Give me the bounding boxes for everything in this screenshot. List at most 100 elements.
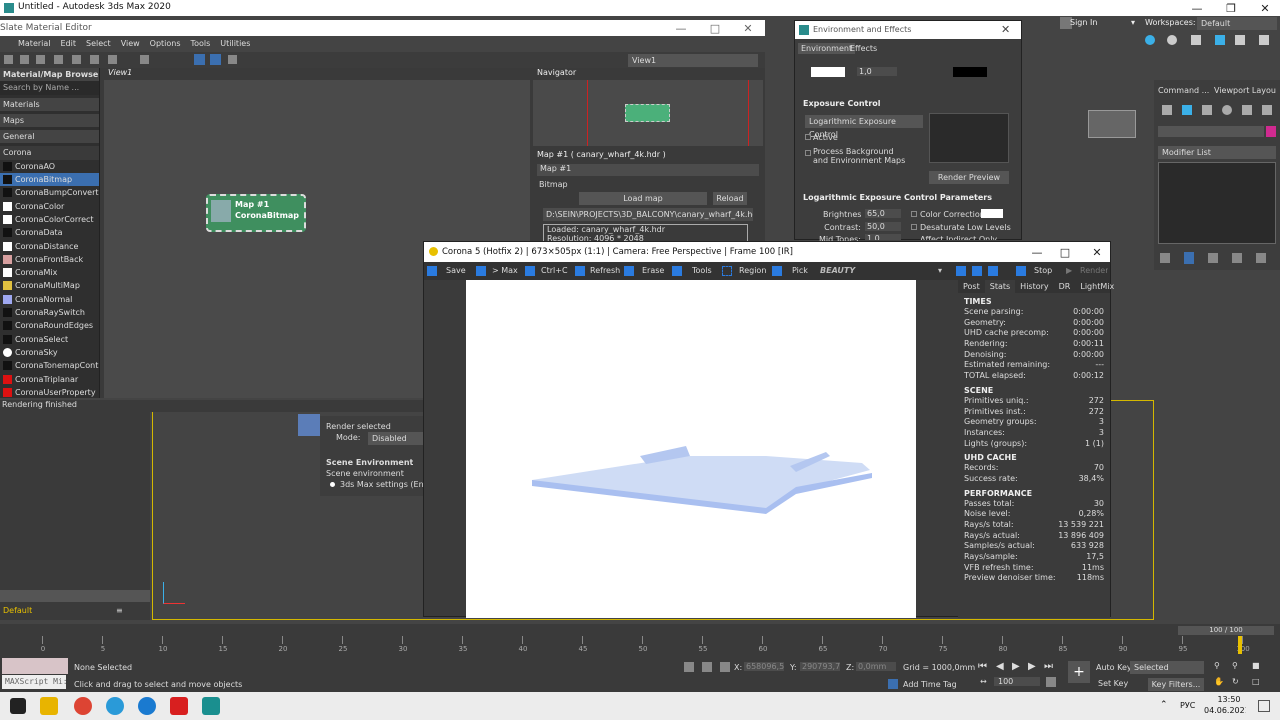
telegram-icon[interactable]: [106, 697, 124, 715]
minimize-icon[interactable]: —: [664, 20, 698, 36]
menu-edit[interactable]: Edit: [61, 39, 77, 52]
goto-end-icon[interactable]: ⏭: [1044, 661, 1053, 672]
3dsmax-icon[interactable]: [202, 697, 220, 715]
correction-swatch[interactable]: [981, 209, 1003, 218]
stop-button[interactable]: Stop: [1034, 266, 1052, 275]
move-icon[interactable]: [72, 55, 81, 64]
path-field[interactable]: D:\SEIN\PROJECTS\3D_BALCONY\canary_wharf…: [543, 208, 753, 221]
goto-start-icon[interactable]: ⏮: [978, 661, 987, 672]
motion-icon[interactable]: [1222, 105, 1232, 115]
log-params-title[interactable]: Logarithmic Exposure Control Parameters: [803, 193, 992, 202]
zoom-fit-icon[interactable]: [988, 266, 998, 276]
pin-icon[interactable]: [1160, 253, 1170, 263]
tab-effects[interactable]: Effects: [847, 43, 880, 54]
menu-select[interactable]: Select: [86, 39, 111, 52]
copy-button[interactable]: Ctrl+C: [541, 266, 568, 275]
navigator-view[interactable]: [533, 80, 763, 146]
edge-icon[interactable]: [138, 697, 156, 715]
teapot-icon[interactable]: [1215, 35, 1225, 45]
load-map-button[interactable]: Load map: [579, 192, 707, 205]
auto-key-button[interactable]: Auto Key: [1096, 663, 1132, 672]
show-result-icon[interactable]: [1184, 252, 1194, 264]
refresh-icon[interactable]: [575, 266, 585, 276]
menu-tools[interactable]: Tools: [191, 39, 211, 52]
render-button[interactable]: Render: [1080, 266, 1108, 275]
modify-icon[interactable]: [1182, 105, 1192, 115]
level-field[interactable]: 1,0: [857, 67, 897, 76]
play-icon[interactable]: ▶: [1012, 661, 1020, 672]
tab-dr[interactable]: DR: [1054, 280, 1076, 293]
checkbox-icon[interactable]: [805, 150, 811, 156]
to-max-icon[interactable]: [476, 266, 486, 276]
close-icon[interactable]: ✕: [1080, 244, 1114, 260]
material-node[interactable]: Map #1 CoronaBitmap: [206, 194, 306, 232]
browser-item[interactable]: CoronaColorCorrect: [0, 213, 99, 226]
browser-item[interactable]: CoronaRoundEdges: [0, 319, 99, 332]
save-button[interactable]: Save: [446, 266, 466, 275]
time-marker[interactable]: [1238, 636, 1242, 654]
key-mode-icon[interactable]: ↔: [980, 677, 987, 686]
maximize-icon[interactable]: □: [1048, 244, 1082, 260]
pick-button[interactable]: Pick: [792, 266, 808, 275]
close-icon[interactable]: ✕: [731, 20, 765, 36]
sun-icon[interactable]: [1167, 35, 1177, 45]
menu-view[interactable]: View: [121, 39, 140, 52]
explorer-icon[interactable]: [40, 697, 58, 715]
restore-icon[interactable]: □: [698, 20, 732, 36]
tab-post[interactable]: Post: [958, 280, 985, 293]
sign-in-button[interactable]: Sign In: [1070, 18, 1097, 27]
refresh-button[interactable]: Refresh: [590, 266, 620, 275]
delete-icon[interactable]: [54, 55, 63, 64]
object-name-field[interactable]: [1158, 126, 1264, 137]
close-icon[interactable]: ✕: [1248, 0, 1280, 16]
save-icon[interactable]: [427, 266, 437, 276]
midtones-field[interactable]: 1,0: [865, 234, 901, 240]
viewcube[interactable]: [1088, 110, 1136, 138]
checkbox-icon[interactable]: [805, 134, 811, 140]
erase-icon[interactable]: [624, 266, 634, 276]
group-general[interactable]: General: [0, 130, 99, 144]
group-materials[interactable]: Materials: [0, 97, 99, 111]
z-field[interactable]: 0,0mm: [856, 662, 896, 671]
chrome-icon[interactable]: [74, 697, 92, 715]
checkbox-icon[interactable]: [911, 224, 917, 230]
put-icon[interactable]: [20, 55, 29, 64]
browser-item[interactable]: CoronaTriplanar: [0, 373, 99, 386]
selection-set-select[interactable]: Selected: [1130, 661, 1204, 674]
tab-lightmix[interactable]: LightMix: [1075, 280, 1119, 293]
erase-button[interactable]: Erase: [642, 266, 664, 275]
contrast-field[interactable]: 50,0: [865, 222, 901, 231]
maximize-viewport-icon[interactable]: □: [1252, 677, 1260, 686]
zoom-out-icon[interactable]: [972, 266, 982, 276]
utilities-icon[interactable]: [1262, 105, 1272, 115]
tab-stats[interactable]: Stats: [984, 280, 1016, 293]
exposure-select[interactable]: Logarithmic Exposure Control: [805, 115, 923, 139]
browser-item[interactable]: CoronaData: [0, 226, 99, 239]
isolate-icon[interactable]: [684, 662, 694, 672]
map-name-field[interactable]: Map #1: [537, 164, 759, 176]
tools-icon[interactable]: [672, 266, 682, 276]
absolute-icon[interactable]: [720, 662, 730, 672]
maxscript-input[interactable]: MAXScript Mi:: [2, 675, 66, 689]
pan-icon[interactable]: ✋: [1214, 677, 1224, 686]
configure-icon[interactable]: [1256, 253, 1266, 263]
minimize-icon[interactable]: —: [1180, 0, 1214, 16]
tools-button[interactable]: Tools: [692, 266, 712, 275]
tint-swatch[interactable]: [811, 67, 845, 77]
current-frame-field[interactable]: 100: [994, 677, 1040, 686]
layers-icon[interactable]: ≡: [116, 606, 126, 616]
browser-item[interactable]: CoronaDistance: [0, 240, 99, 253]
create-icon[interactable]: [1162, 105, 1172, 115]
timeline-ruler[interactable]: 0 5 10 15 20 25 30 35 40 45 50 55 60 65 70 75 80 85 90 95 10…: [0, 636, 1280, 656]
radio-icon[interactable]: [330, 482, 335, 487]
browser-item[interactable]: CoronaBumpConverter: [0, 186, 99, 199]
layout-all-icon[interactable]: [194, 54, 205, 65]
pick-icon[interactable]: [772, 266, 782, 276]
chevron-down-icon[interactable]: ▾: [938, 266, 942, 275]
menu-material[interactable]: Material: [18, 39, 51, 52]
layout-children-icon[interactable]: [210, 54, 221, 65]
brightness-field[interactable]: 65,0: [865, 209, 901, 218]
remove-modifier-icon[interactable]: [1232, 253, 1242, 263]
pick-icon[interactable]: [4, 55, 13, 64]
browser-item[interactable]: CoronaBitmap: [0, 173, 99, 187]
